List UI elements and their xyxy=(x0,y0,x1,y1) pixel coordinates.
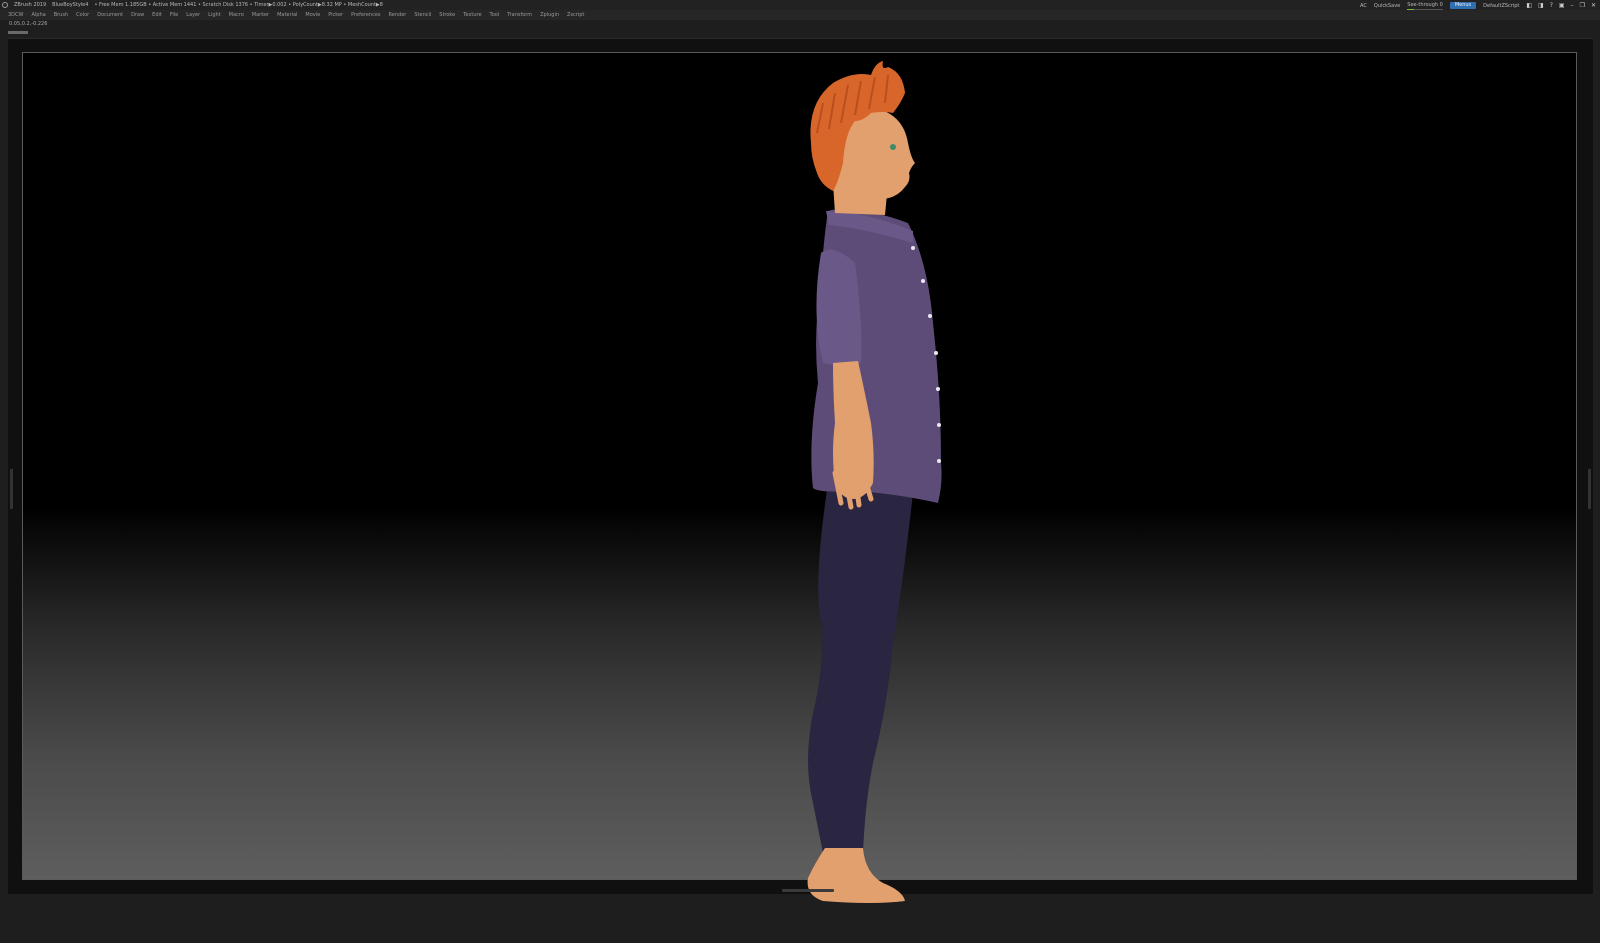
close-icon[interactable]: ✕ xyxy=(1591,1,1596,11)
menu-item-document[interactable]: Document xyxy=(97,10,123,20)
character-eye xyxy=(890,144,896,150)
menu-item-transform[interactable]: Transform xyxy=(507,10,532,20)
help-icon[interactable]: ? xyxy=(1550,1,1553,11)
coordinates-readout: 0.05,0.2,-0.226 xyxy=(9,21,48,27)
menu-item-draw[interactable]: Draw xyxy=(131,10,144,20)
toggle-tray-icon[interactable]: ◧ xyxy=(1526,1,1532,11)
menu-bar: 3DCW Alpha Brush Color Document Draw Edit File L… xyxy=(0,10,1600,20)
menu-item-zplugin[interactable]: Zplugin xyxy=(540,10,559,20)
left-tray-handle[interactable] xyxy=(10,469,13,509)
menu-item-file[interactable]: File xyxy=(170,10,178,20)
menu-item-brush[interactable]: Brush xyxy=(54,10,68,20)
canvas-area[interactable] xyxy=(8,38,1593,903)
menu-item-light[interactable]: Light xyxy=(208,10,220,20)
character-model[interactable] xyxy=(793,61,993,943)
menu-item-zscript[interactable]: Zscript xyxy=(567,10,584,20)
minimize-icon[interactable]: – xyxy=(1571,1,1574,11)
app-title: ZBrush 2019 xyxy=(14,2,47,8)
bottom-tray-handle[interactable] xyxy=(782,889,834,892)
see-through-label: See-through xyxy=(1407,2,1439,8)
title-left: ZBrush 2019 BlueBoyStyle4 • Free Mem 1.1… xyxy=(2,0,383,10)
window-controls: ◧ ◨ ? ▣ – ❐ ✕ xyxy=(1526,1,1596,11)
menu-list: 3DCW Alpha Brush Color Document Draw Edit File L… xyxy=(0,10,1600,20)
right-tray-handle[interactable] xyxy=(1588,469,1591,509)
character-pants xyxy=(808,483,913,853)
ac-button[interactable]: AC xyxy=(1360,1,1367,11)
menu-item-edit[interactable]: Edit xyxy=(152,10,162,20)
lock-icon[interactable]: ▣ xyxy=(1559,1,1565,11)
zbrush-logo-icon xyxy=(2,2,8,8)
menu-item-picker[interactable]: Picker xyxy=(328,10,343,20)
restore-icon[interactable]: ❐ xyxy=(1580,1,1585,11)
menu-item-macro[interactable]: Macro xyxy=(229,10,244,20)
memory-stats: • Free Mem 1.185GB • Active Mem 1441 • S… xyxy=(94,2,383,8)
menu-item-texture[interactable]: Texture xyxy=(463,10,481,20)
menu-item-marker[interactable]: Marker xyxy=(252,10,269,20)
document-viewport[interactable] xyxy=(22,52,1577,903)
character-sleeve xyxy=(816,249,862,366)
ui-layout-name: BlueBoyStyle4 xyxy=(52,2,89,8)
menu-item-color[interactable]: Color xyxy=(76,10,89,20)
character-foot xyxy=(807,848,905,903)
menu-item-stencil[interactable]: Stencil xyxy=(414,10,431,20)
title-bar: ZBrush 2019 BlueBoyStyle4 • Free Mem 1.1… xyxy=(0,0,1600,11)
menu-item-3dcw[interactable]: 3DCW xyxy=(8,10,23,20)
menu-item-material[interactable]: Material xyxy=(277,10,297,20)
menu-item-preferences[interactable]: Preferences xyxy=(351,10,380,20)
character-ear xyxy=(845,143,861,167)
menu-item-stroke[interactable]: Stroke xyxy=(439,10,455,20)
menu-item-render[interactable]: Render xyxy=(389,10,407,20)
menu-item-tool[interactable]: Tool xyxy=(490,10,500,20)
menu-item-alpha[interactable]: Alpha xyxy=(31,10,45,20)
quicksave-button[interactable]: QuickSave xyxy=(1374,1,1400,11)
menus-button[interactable]: Menus xyxy=(1449,2,1477,9)
see-through-value: 0 xyxy=(1439,2,1443,8)
default-zscript-button[interactable]: DefaultZScript xyxy=(1483,1,1519,11)
menu-item-layer[interactable]: Layer xyxy=(186,10,200,20)
draw-size-mini-slider[interactable] xyxy=(8,31,28,34)
swatch-icon[interactable]: ◨ xyxy=(1538,1,1544,11)
menu-item-movie[interactable]: Movie xyxy=(305,10,320,20)
